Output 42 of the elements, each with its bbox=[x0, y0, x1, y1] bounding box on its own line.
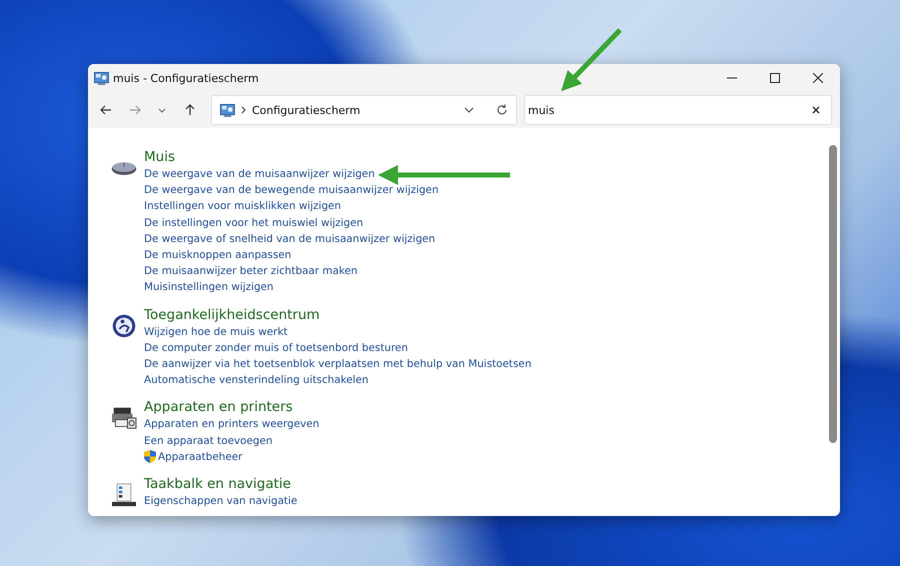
forward-arrow-icon[interactable] bbox=[129, 104, 141, 116]
task-link[interactable]: De aanwijzer via het toetsenblok verplaatsen met behulp van Muistoetsen bbox=[144, 358, 532, 370]
address-bar[interactable]: Configuratiescherm bbox=[211, 95, 517, 125]
task-link[interactable]: Wijzigen hoe de muis werkt bbox=[144, 326, 288, 338]
accessibility-icon bbox=[110, 314, 138, 338]
task-link[interactable]: Apparaten en printers weergeven bbox=[144, 418, 320, 430]
refresh-icon[interactable] bbox=[496, 104, 508, 116]
task-link[interactable]: De weergave van de bewegende muisaanwijzer wijzigen bbox=[144, 184, 439, 196]
search-field[interactable]: muis bbox=[524, 95, 832, 125]
category-heading[interactable]: Muis bbox=[144, 148, 439, 166]
address-location: Configuratiescherm bbox=[252, 104, 360, 116]
taskbar-icon bbox=[110, 482, 138, 507]
chevron-down-icon[interactable] bbox=[464, 107, 474, 113]
control-panel-icon bbox=[220, 104, 235, 116]
up-arrow-icon[interactable] bbox=[184, 104, 196, 116]
category-heading[interactable]: Taakbalk en navigatie bbox=[144, 474, 298, 493]
control-panel-icon bbox=[94, 72, 109, 84]
task-link[interactable]: De instellingen voor het muiswiel wijzigen bbox=[144, 216, 364, 229]
task-link[interactable]: Muisinstellingen wijzigen bbox=[144, 281, 274, 294]
task-link[interactable]: Apparaatbeheer bbox=[158, 450, 242, 463]
maximize-icon[interactable] bbox=[770, 73, 780, 83]
annotation-arrow bbox=[561, 28, 622, 92]
chevron-right-icon bbox=[241, 106, 246, 114]
back-arrow-icon[interactable] bbox=[100, 104, 112, 116]
category-heading[interactable]: Toegankelijkheidscentrum bbox=[144, 306, 532, 324]
task-link[interactable]: Automatische vensterindeling uitschakelen bbox=[144, 374, 369, 386]
task-link[interactable]: De weergave van de muisaanwijzer wijzigen bbox=[144, 168, 375, 180]
task-link[interactable]: Een apparaat toevoegen bbox=[144, 434, 272, 447]
printer-icon bbox=[110, 406, 138, 430]
window-title: muis - Configuratiescherm bbox=[113, 72, 259, 84]
task-link[interactable]: De weergave of snelheid van de muisaanwijzer wijzigen bbox=[144, 232, 436, 245]
task-link[interactable]: Eigenschappen van navigatie bbox=[144, 494, 298, 507]
close-icon[interactable] bbox=[813, 73, 823, 83]
task-link[interactable]: Instellingen voor muisklikken wijzigen bbox=[144, 200, 342, 212]
shield-icon bbox=[144, 450, 156, 464]
scrollbar-thumb[interactable] bbox=[829, 145, 837, 443]
chevron-down-icon[interactable] bbox=[158, 108, 166, 112]
task-link[interactable]: De muisaanwijzer beter zichtbaar maken bbox=[144, 265, 358, 278]
category-heading[interactable]: Apparaten en printers bbox=[144, 398, 320, 416]
task-link[interactable]: De computer zonder muis of toetsenbord besturen bbox=[144, 342, 408, 354]
task-link[interactable]: De muisknoppen aanpassen bbox=[144, 249, 292, 262]
clear-icon[interactable] bbox=[812, 106, 820, 114]
